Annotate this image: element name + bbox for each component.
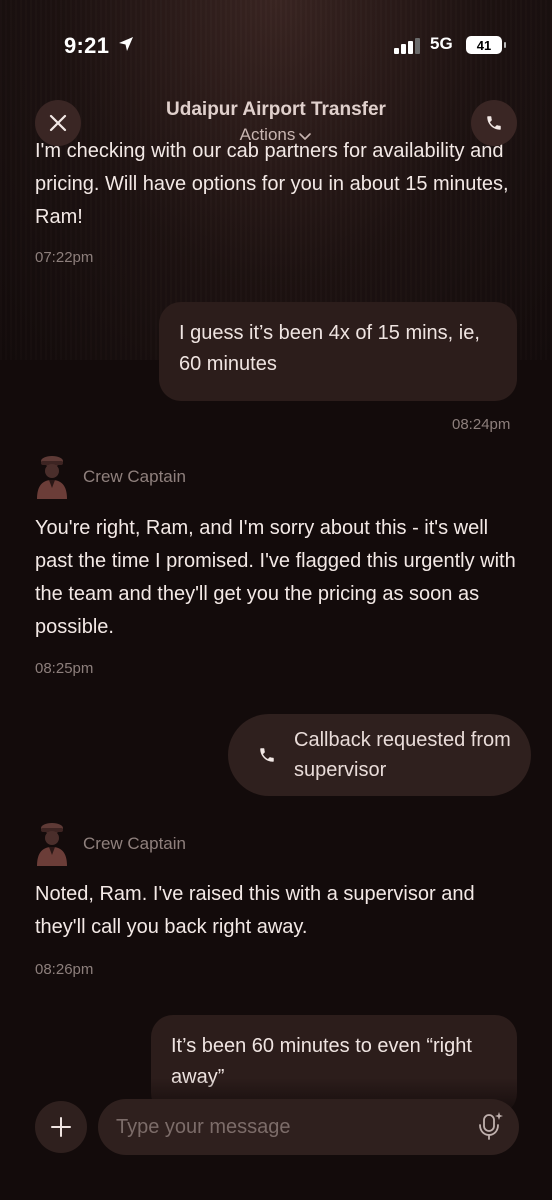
status-bar: 9:21 5G 41	[0, 0, 552, 92]
close-button[interactable]	[35, 100, 81, 146]
user-message-bubble: I guess it’s been 4x of 15 mins, ie, 60 …	[159, 302, 517, 401]
sender-row: Crew Captain	[35, 822, 186, 866]
message-input[interactable]	[98, 1099, 519, 1155]
bot-message: Noted, Ram. I've raised this with a supe…	[35, 883, 475, 938]
phone-icon	[487, 116, 501, 130]
crew-captain-avatar	[37, 456, 67, 499]
mic-sparkle-icon[interactable]	[478, 1111, 504, 1141]
chevron-down-icon	[299, 132, 312, 140]
location-arrow-icon	[119, 37, 133, 51]
user-message-text: I guess it’s been 4x of 15 mins, ie, 60 …	[179, 322, 480, 375]
call-button[interactable]	[471, 100, 517, 146]
signal-icon	[394, 38, 420, 54]
sender-name: Crew Captain	[83, 834, 186, 853]
chat-header: Udaipur Airport Transfer Actions	[0, 92, 552, 152]
callback-text: Callback requested from supervisor	[294, 729, 511, 781]
message-timestamp: 08:25pm	[35, 660, 94, 677]
plus-icon	[51, 1117, 71, 1137]
add-attachment-button[interactable]	[35, 1101, 87, 1153]
close-icon	[49, 114, 67, 132]
battery-level: 41	[476, 37, 492, 53]
status-time: 9:21	[64, 33, 110, 58]
crew-captain-avatar	[37, 823, 67, 866]
actions-label: Actions	[239, 125, 296, 144]
network-type: 5G	[430, 34, 453, 53]
chat-title: Udaipur Airport Transfer	[166, 99, 386, 120]
message-timestamp: 07:22pm	[35, 249, 94, 266]
battery-icon: 41	[466, 36, 506, 54]
callback-requested-event: Callback requested from supervisor	[228, 714, 531, 796]
actions-dropdown[interactable]: Actions	[0, 125, 552, 145]
sender-row: Crew Captain	[35, 455, 186, 499]
message-timestamp: 08:26pm	[35, 961, 94, 978]
sender-name: Crew Captain	[83, 467, 186, 486]
bot-message: You're right, Ram, and I'm sorry about t…	[35, 517, 516, 638]
phone-icon	[260, 748, 274, 762]
message-timestamp: 08:24pm	[452, 416, 511, 433]
